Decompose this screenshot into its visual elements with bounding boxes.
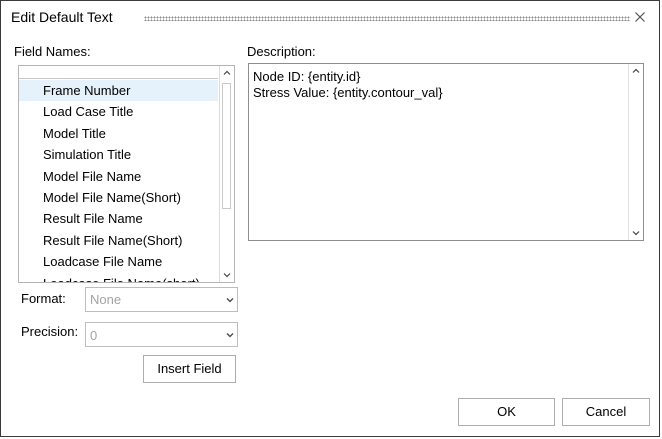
field-names-label: Field Names: [14, 44, 91, 59]
ok-button[interactable]: OK [458, 398, 555, 426]
field-name-item[interactable]: Result File Name(Short) [19, 230, 218, 251]
drag-grip[interactable] [144, 16, 630, 21]
format-label: Format: [21, 291, 66, 306]
field-name-item[interactable]: Loadcase File Name [19, 251, 218, 272]
chevron-down-icon[interactable] [629, 226, 643, 240]
precision-label: Precision: [21, 324, 79, 339]
cancel-button[interactable]: Cancel [562, 398, 650, 426]
field-name-item[interactable]: Loadcase File Name(short) [19, 273, 218, 282]
field-name-item[interactable]: Model File Name(Short) [19, 187, 218, 208]
field-name-item[interactable]: Frame Number [19, 80, 218, 102]
description-textarea[interactable]: Node ID: {entity.id} Stress Value: {enti… [248, 63, 644, 241]
description-line: Node ID: {entity.id} [253, 69, 361, 84]
format-select[interactable]: None [85, 287, 238, 312]
dialog-title: Edit Default Text [11, 9, 113, 25]
list-header [19, 66, 218, 79]
chevron-up-icon[interactable] [220, 66, 234, 80]
chevron-up-icon[interactable] [629, 64, 643, 78]
close-icon[interactable] [634, 11, 646, 23]
insert-field-button[interactable]: Insert Field [143, 355, 236, 383]
field-name-item[interactable]: Model File Name [19, 166, 218, 187]
field-name-item[interactable]: Model Title [19, 123, 218, 144]
list-scrollbar[interactable] [219, 66, 234, 282]
chevron-down-icon[interactable] [220, 268, 234, 282]
field-name-item[interactable]: Result File Name [19, 208, 218, 229]
description-scrollbar[interactable] [628, 64, 643, 240]
title-bar[interactable]: Edit Default Text [1, 1, 659, 33]
field-name-item[interactable]: Simulation Title [19, 144, 218, 165]
chevron-down-icon[interactable] [225, 295, 235, 305]
field-name-item[interactable]: Load Case Title [19, 101, 218, 122]
precision-value: 0 [90, 328, 98, 343]
description-line: Stress Value: {entity.contour_val} [253, 85, 443, 100]
chevron-down-icon[interactable] [225, 330, 235, 340]
precision-select[interactable]: 0 [85, 322, 238, 347]
description-label: Description: [247, 44, 316, 59]
scrollbar-thumb[interactable] [222, 83, 231, 209]
format-value: None [90, 292, 122, 307]
field-names-list[interactable]: Frame Number Load Case Title Model Title Si… [18, 65, 235, 283]
edit-default-text-dialog: Edit Default Text Field Names: Descripti… [0, 0, 660, 437]
list-items-container: Frame Number Load Case Title Model Title Si… [19, 80, 218, 282]
